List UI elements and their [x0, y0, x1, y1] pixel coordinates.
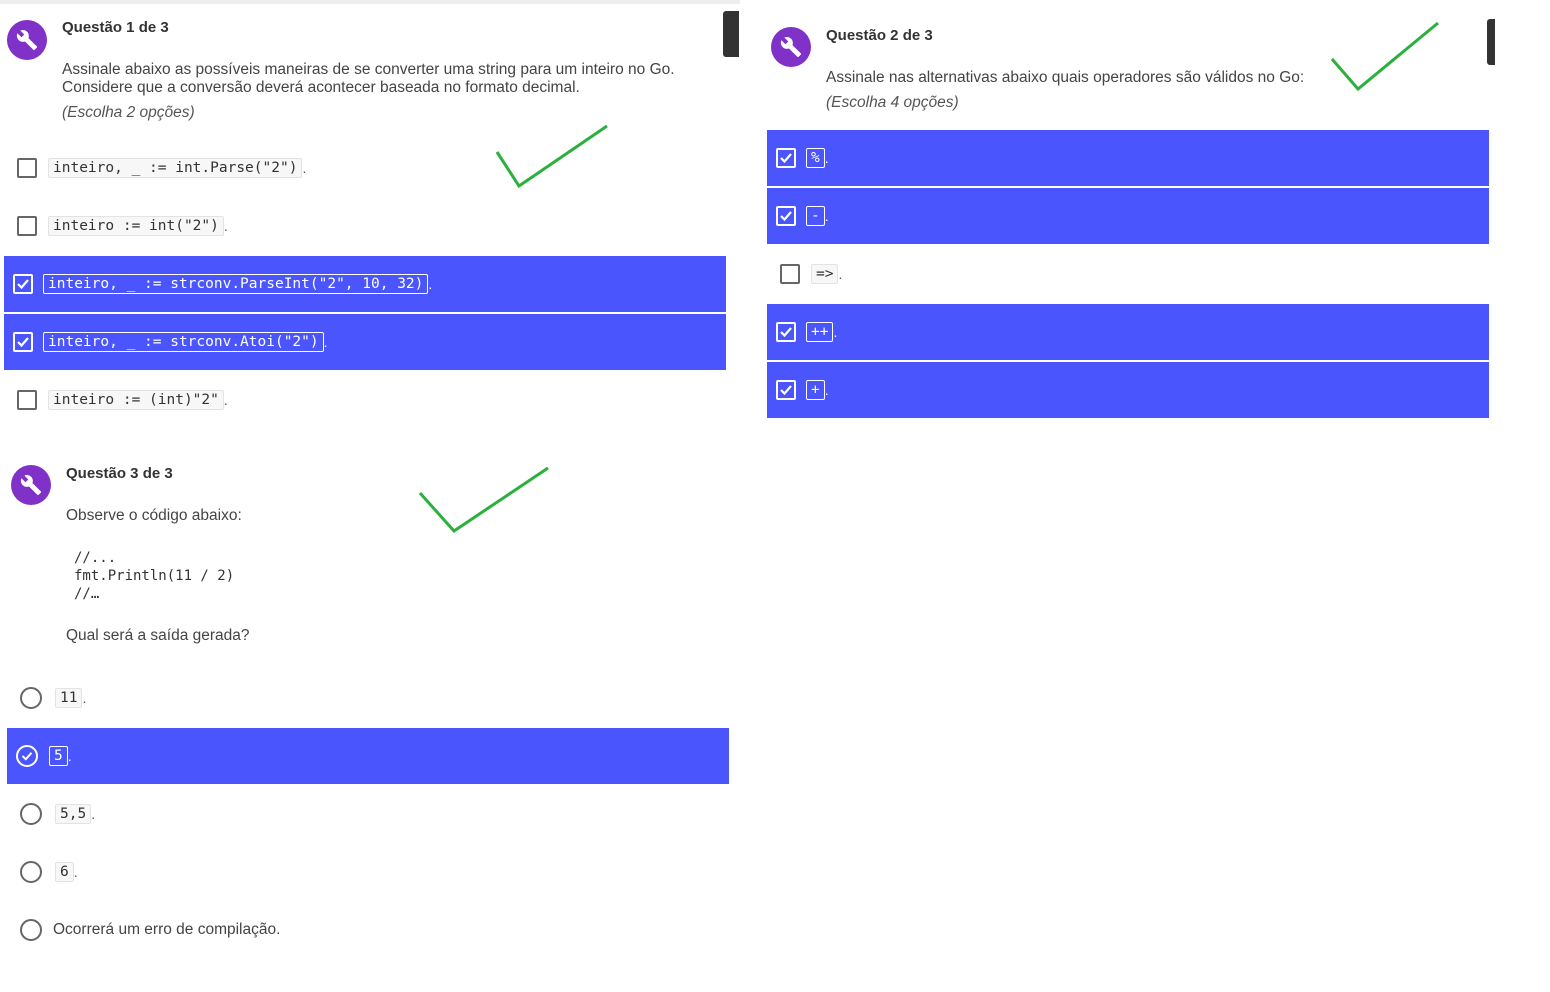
option-suffix: .	[824, 382, 829, 398]
option-code: inteiro := (int)"2"	[48, 390, 224, 410]
question-1-hint: (Escolha 2 opções)	[62, 104, 195, 121]
green-checkmark-icon	[418, 466, 549, 533]
checkbox[interactable]	[17, 390, 37, 410]
q3-option-4[interactable]: 6 .	[7, 844, 729, 900]
radio-button[interactable]	[20, 861, 42, 883]
question-3-question: Qual será a saída gerada?	[66, 627, 250, 644]
question-1-text-line1: Assinale abaixo as possíveis maneiras de…	[62, 61, 675, 78]
question-3-title: Questão 3 de 3	[66, 465, 173, 482]
option-suffix: .	[73, 864, 78, 880]
radio-button[interactable]	[20, 687, 42, 709]
option-suffix: .	[824, 208, 829, 224]
option-suffix: .	[838, 266, 843, 282]
check-icon	[780, 385, 792, 396]
q2-option-5[interactable]: + .	[767, 362, 1489, 418]
q1-option-3[interactable]: inteiro, _ := strconv.ParseInt("2", 10, …	[4, 256, 726, 312]
option-code: ++	[806, 322, 834, 342]
wrench-icon	[11, 465, 51, 505]
option-label: Ocorrerá um erro de compilação.	[53, 921, 281, 938]
option-suffix: .	[67, 748, 72, 764]
radio-button[interactable]	[20, 803, 42, 825]
question-2-title: Questão 2 de 3	[826, 27, 933, 44]
option-code: 5	[49, 746, 68, 766]
q3-option-1[interactable]: 11 .	[7, 670, 729, 726]
side-tab-left-panel	[723, 11, 739, 57]
side-tab-right-panel	[1487, 19, 1495, 65]
check-icon	[17, 337, 29, 348]
green-checkmark-icon	[1330, 21, 1439, 92]
q2-option-1[interactable]: % .	[767, 130, 1489, 186]
option-code: %	[806, 148, 825, 168]
question-1-title: Questão 1 de 3	[62, 19, 169, 36]
code-line: fmt.Println(11 / 2)	[74, 568, 235, 584]
wrench-icon	[771, 27, 811, 67]
radio-button[interactable]	[20, 919, 42, 941]
code-line: //…	[74, 586, 100, 602]
checkbox[interactable]	[17, 158, 37, 178]
option-suffix: .	[833, 324, 838, 340]
wrench-icon	[7, 20, 47, 60]
option-suffix: .	[428, 276, 433, 292]
option-code: 11	[55, 688, 83, 708]
q2-option-4[interactable]: ++ .	[767, 304, 1489, 360]
option-suffix: .	[323, 334, 328, 350]
option-code: -	[806, 206, 825, 226]
option-code: inteiro := int("2")	[48, 216, 224, 236]
q2-option-2[interactable]: - .	[767, 188, 1489, 244]
option-code: =>	[811, 264, 839, 284]
check-icon	[21, 752, 33, 761]
q3-option-3[interactable]: 5,5 .	[7, 786, 729, 842]
q2-option-3[interactable]: => .	[767, 246, 1489, 302]
checkbox-checked[interactable]	[13, 332, 33, 352]
check-icon	[780, 211, 792, 222]
option-suffix: .	[91, 806, 96, 822]
option-code: +	[806, 380, 825, 400]
option-suffix: .	[223, 218, 228, 234]
top-border	[0, 0, 740, 4]
question-2-text: Assinale nas alternativas abaixo quais o…	[826, 69, 1305, 86]
q1-option-4[interactable]: inteiro, _ := strconv.Atoi("2") .	[4, 314, 726, 370]
question-2-hint: (Escolha 4 opções)	[826, 94, 959, 111]
code-line: //...	[74, 550, 117, 566]
radio-button-selected[interactable]	[16, 745, 38, 767]
check-icon	[780, 327, 792, 338]
option-code: inteiro, _ := int.Parse("2")	[48, 158, 303, 178]
option-suffix: .	[223, 392, 228, 408]
checkbox-checked[interactable]	[13, 274, 33, 294]
question-3-intro: Observe o código abaixo:	[66, 507, 242, 524]
checkbox-checked[interactable]	[776, 322, 796, 342]
checkbox-checked[interactable]	[776, 206, 796, 226]
option-code: 5,5	[55, 804, 92, 824]
check-icon	[17, 279, 29, 290]
checkbox[interactable]	[17, 216, 37, 236]
q1-option-1[interactable]: inteiro, _ := int.Parse("2") .	[4, 140, 726, 196]
q3-option-5[interactable]: Ocorrerá um erro de compilação.	[7, 902, 729, 958]
q1-option-5[interactable]: inteiro := (int)"2" .	[4, 372, 726, 428]
q3-option-2[interactable]: 5 .	[7, 728, 729, 784]
option-suffix: .	[82, 690, 87, 706]
check-icon	[780, 153, 792, 164]
checkbox[interactable]	[780, 264, 800, 284]
option-code: 6	[55, 862, 74, 882]
option-code: inteiro, _ := strconv.Atoi("2")	[43, 332, 324, 352]
question-1-text-line2: Considere que a conversão deverá acontec…	[62, 79, 580, 96]
option-suffix: .	[824, 150, 829, 166]
q1-option-2[interactable]: inteiro := int("2") .	[4, 198, 726, 254]
option-suffix: .	[302, 160, 307, 176]
checkbox-checked[interactable]	[776, 380, 796, 400]
option-code: inteiro, _ := strconv.ParseInt("2", 10, …	[43, 274, 429, 294]
code-snippet: //... fmt.Println(11 / 2) //…	[74, 549, 234, 603]
checkbox-checked[interactable]	[776, 148, 796, 168]
